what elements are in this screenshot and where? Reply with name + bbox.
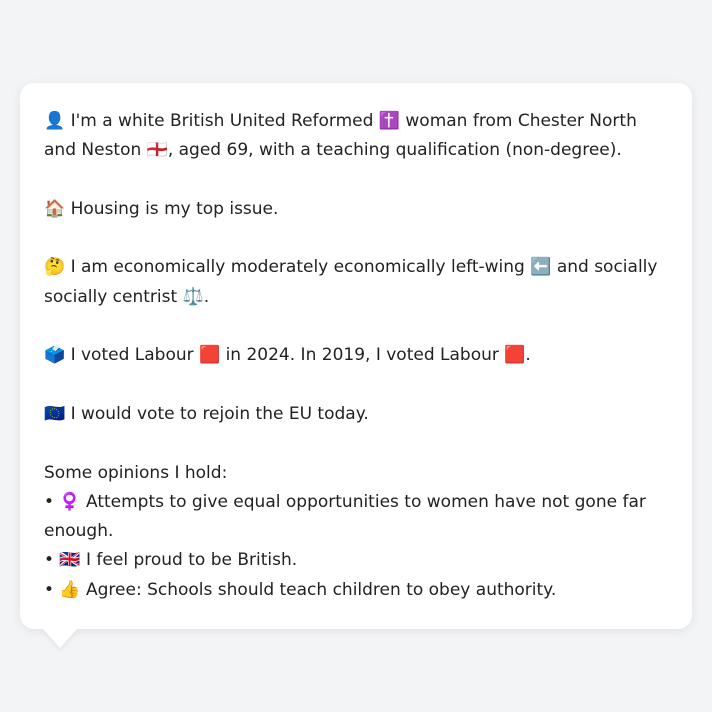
ideology-line: 🤔 I am economically moderately economica… bbox=[44, 257, 658, 307]
opinions-heading: Some opinions I hold: bbox=[44, 462, 228, 483]
top-issue-line: 🏠 Housing is my top issue. bbox=[44, 198, 279, 219]
opinion-item: • ♀️ Attempts to give equal opportunitie… bbox=[44, 491, 646, 542]
vote-history-line: 🗳️ I voted Labour 🟥 in 2024. In 2019, I … bbox=[44, 345, 531, 366]
eu-stance-line: 🇪🇺 I would vote to rejoin the EU today. bbox=[44, 403, 369, 424]
message-content: 👤 I'm a white British United Reformed ✝️… bbox=[44, 107, 668, 605]
identity-line: 👤 I'm a white British United Reformed ✝️… bbox=[44, 111, 637, 161]
bubble-tail bbox=[42, 628, 78, 648]
opinion-item: • 🇬🇧 I feel proud to be British. bbox=[44, 550, 298, 571]
opinion-item: • 👍 Agree: Schools should teach children… bbox=[44, 579, 557, 600]
persona-message-bubble: 👤 I'm a white British United Reformed ✝️… bbox=[20, 83, 692, 629]
